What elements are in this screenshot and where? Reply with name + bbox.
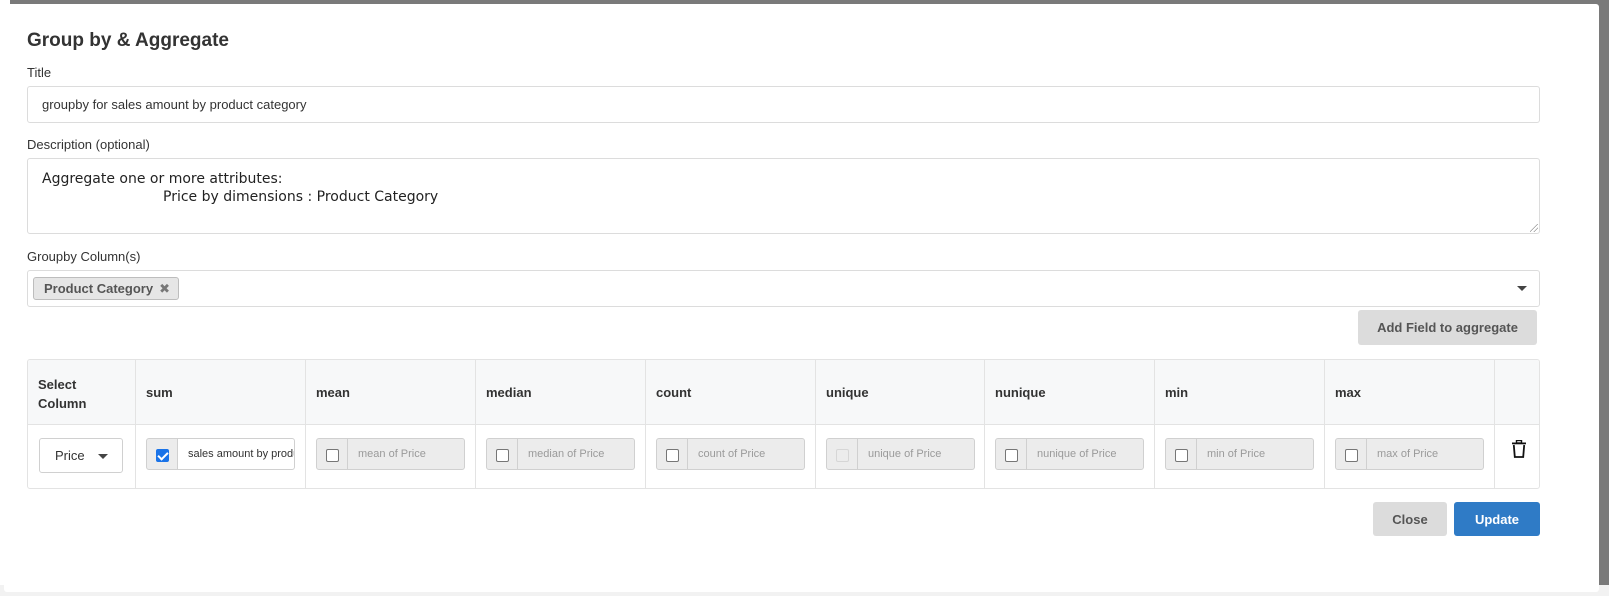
column-divider [475, 360, 476, 488]
chevron-down-icon [98, 454, 108, 459]
header-unique: unique [826, 385, 869, 400]
column-divider [1154, 360, 1155, 488]
median-input[interactable]: median of Price [517, 438, 635, 470]
min-checkbox[interactable] [1175, 449, 1188, 462]
sum-checkbox[interactable] [156, 449, 169, 462]
max-input[interactable]: max of Price [1366, 438, 1484, 470]
count-field: count of Price [656, 438, 805, 470]
header-sum: sum [146, 385, 173, 400]
groupby-chip: Product Category ✖ [33, 277, 180, 300]
median-checkbox[interactable] [496, 449, 509, 462]
column-select[interactable]: Price [39, 438, 123, 473]
description-textarea[interactable]: Aggregate one or more attributes: Price … [27, 158, 1540, 234]
mean-input[interactable]: mean of Price [347, 438, 465, 470]
title-label: Title [27, 65, 52, 80]
sum-field: sales amount by product category [146, 438, 295, 470]
aggregate-table: Select Column sum mean median count uniq… [27, 359, 1540, 489]
count-input[interactable]: count of Price [687, 438, 805, 470]
max-checkbox[interactable] [1345, 449, 1358, 462]
header-min: min [1165, 385, 1189, 400]
nunique-input[interactable]: nunique of Price [1026, 438, 1144, 470]
column-divider [1324, 360, 1325, 488]
dialog-title: Group by & Aggregate [27, 30, 229, 51]
trash-icon[interactable] [1511, 440, 1527, 458]
resize-handle[interactable] [1530, 224, 1538, 232]
add-field-button[interactable]: Add Field to aggregate [1358, 310, 1537, 345]
title-input-value: groupby for sales amount by product cate… [42, 97, 307, 112]
sum-input[interactable]: sales amount by product category [177, 438, 295, 470]
group-by-aggregate-dialog: Group by & Aggregate Title groupby for s… [4, 4, 1599, 592]
unique-checkbox [836, 449, 849, 462]
groupby-chip-label: Product Category [44, 281, 154, 296]
close-icon[interactable]: ✖ [159, 281, 170, 297]
column-select-value: Price [55, 448, 85, 463]
column-divider [305, 360, 306, 488]
table-header [28, 360, 1539, 425]
column-divider [984, 360, 985, 488]
header-max: max [1335, 385, 1362, 400]
groupby-label: Groupby Column(s) [27, 249, 141, 264]
column-divider [815, 360, 816, 488]
description-line-2: Price by dimensions : Product Category [163, 189, 439, 205]
chevron-down-icon[interactable] [1517, 286, 1527, 291]
max-field: max of Price [1335, 438, 1484, 470]
column-divider [1494, 360, 1495, 488]
update-button[interactable]: Update [1454, 502, 1540, 536]
nunique-field: nunique of Price [995, 438, 1144, 470]
min-field: min of Price [1165, 438, 1314, 470]
column-divider [135, 360, 136, 488]
mean-field: mean of Price [316, 438, 465, 470]
description-label: Description (optional) [27, 137, 150, 152]
min-input[interactable]: min of Price [1196, 438, 1314, 470]
close-button[interactable]: Close [1373, 502, 1447, 536]
header-select-column: Select Column [38, 377, 87, 411]
header-nunique: nunique [995, 385, 1046, 400]
description-line-1: Aggregate one or more attributes: [42, 171, 283, 187]
title-input[interactable]: groupby for sales amount by product cate… [27, 86, 1540, 123]
median-field: median of Price [486, 438, 635, 470]
unique-field: unique of Price [826, 438, 975, 470]
header-mean: mean [316, 385, 350, 400]
header-count: count [656, 385, 692, 400]
count-checkbox[interactable] [666, 449, 679, 462]
unique-input: unique of Price [857, 438, 975, 470]
mean-checkbox[interactable] [326, 449, 339, 462]
header-median: median [486, 385, 532, 400]
groupby-multiselect[interactable]: Product Category ✖ [27, 270, 1540, 307]
column-divider [645, 360, 646, 488]
nunique-checkbox[interactable] [1005, 449, 1018, 462]
